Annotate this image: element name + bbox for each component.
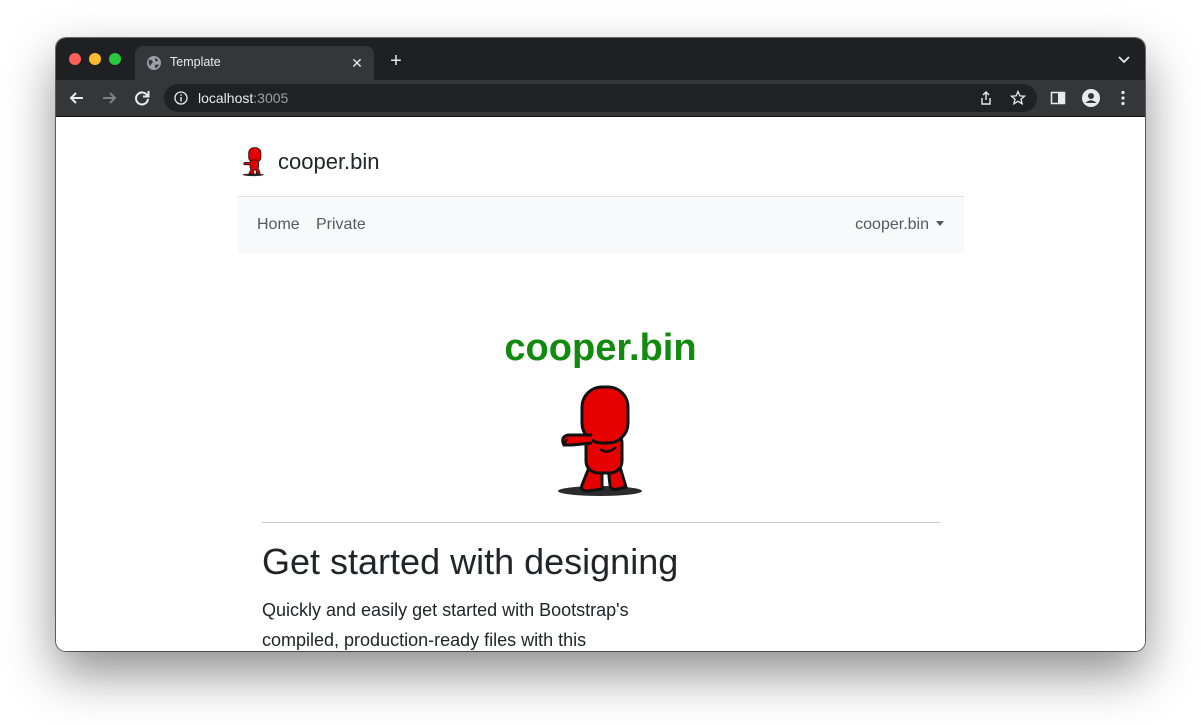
star-icon[interactable] — [1010, 90, 1026, 106]
sidebar-icon[interactable] — [1048, 88, 1068, 108]
url-port: :3005 — [253, 90, 289, 106]
close-window-button[interactable] — [69, 53, 81, 65]
back-arrow-icon[interactable] — [67, 88, 87, 108]
tab-bar: Template ✕ + — [56, 38, 1145, 80]
lead-paragraph: Quickly and easily get started with Boot… — [262, 600, 629, 650]
address-bar[interactable]: localhost:3005 — [164, 84, 1037, 112]
close-icon[interactable]: ✕ — [348, 54, 366, 72]
divider — [262, 522, 940, 523]
user-dropdown-label: cooper.bin — [855, 216, 929, 233]
mascot-icon — [242, 147, 264, 177]
globe-icon — [147, 56, 161, 70]
tab-title: Template — [170, 55, 221, 69]
chevron-down-icon[interactable] — [1117, 55, 1131, 65]
hero-title: cooper.bin — [504, 327, 697, 369]
browser-tab[interactable]: Template ✕ — [135, 46, 374, 80]
minimize-window-button[interactable] — [89, 53, 101, 65]
plus-icon[interactable]: + — [386, 51, 406, 71]
forward-arrow-icon[interactable] — [99, 88, 119, 108]
profile-icon[interactable] — [1081, 88, 1101, 108]
maximize-window-button[interactable] — [109, 53, 121, 65]
menu-dots-icon[interactable] — [1113, 88, 1133, 108]
mascot-icon — [558, 385, 642, 496]
user-dropdown[interactable]: cooper.bin — [855, 216, 944, 234]
reload-icon[interactable] — [132, 88, 152, 108]
brand-title[interactable]: cooper.bin — [278, 149, 380, 175]
caret-down-icon — [936, 221, 944, 226]
share-icon[interactable] — [978, 90, 994, 106]
nav-link-home[interactable]: Home — [257, 216, 300, 234]
page-content: cooper.bin Home Private cooper.bin coope… — [56, 117, 1145, 651]
url-text: localhost:3005 — [198, 90, 288, 106]
site-brand[interactable]: cooper.bin — [242, 145, 380, 179]
browser-window: Template ✕ + localhost:3005 cooper.bin H… — [56, 38, 1145, 651]
browser-toolbar: localhost:3005 — [56, 80, 1145, 117]
page-heading: Get started with designing — [262, 541, 679, 582]
url-host: localhost — [198, 90, 254, 106]
nav-link-private[interactable]: Private — [316, 216, 366, 234]
info-icon[interactable] — [174, 91, 188, 105]
navbar: Home Private cooper.bin — [238, 196, 964, 253]
